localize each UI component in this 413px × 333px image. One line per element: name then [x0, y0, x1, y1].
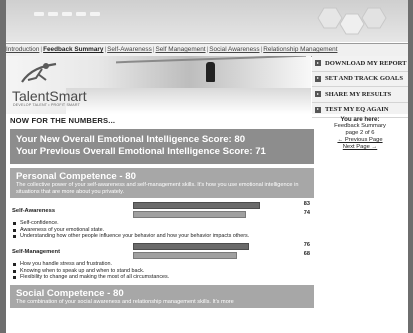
walking-person-icon — [206, 62, 215, 82]
new-overall-score: Your New Overall Emotional Intelligence … — [16, 134, 246, 145]
hexagon-decoration-icon — [317, 7, 387, 35]
download-report-button[interactable]: DOWNLOAD MY REPORT — [312, 56, 408, 72]
current-section: Feedback Summary — [334, 123, 386, 129]
logo-wordmark: TalentSmart — [12, 88, 87, 104]
self-awareness-new-value: 83 — [303, 201, 310, 208]
personal-competence-header: Personal Competence - 80 The collective … — [10, 168, 314, 199]
set-track-goals-button[interactable]: SET AND TRACK GOALS — [312, 72, 408, 87]
nav-link-introduction[interactable]: Introduction — [6, 46, 39, 53]
self-management-previous-bar — [133, 252, 237, 260]
page-frame: Introduction|Feedback Summary|Self-Aware… — [6, 0, 408, 333]
arrow-right-icon — [315, 60, 321, 67]
main-content: NOW FOR THE NUMBERS... Your New Overall … — [10, 116, 314, 333]
nav-link-social-awareness[interactable]: Social Awareness — [209, 46, 259, 53]
section-heading: NOW FOR THE NUMBERS... — [10, 116, 116, 125]
social-competence-title: Social Competence - 80 — [16, 287, 124, 299]
previous-page-link[interactable]: ← Previous Page — [337, 137, 382, 143]
self-awareness-scores: Self-Awareness 83 74 — [10, 198, 314, 220]
self-management-label: Self-Management — [12, 249, 60, 256]
previous-overall-score: Your Previous Overall Emotional Intellig… — [16, 146, 266, 157]
logo-tagline: DEVELOP TALENT • PROFIT SMART — [13, 103, 80, 107]
you-are-here-label: You are here: — [340, 116, 380, 123]
self-awareness-label: Self-Awareness — [12, 208, 56, 215]
self-awareness-previous-bar — [133, 211, 246, 219]
personal-competence-title: Personal Competence - 80 — [16, 171, 136, 182]
next-page-link[interactable]: Next Page → — [343, 144, 377, 150]
social-competence-description: The combination of your social awareness… — [16, 298, 234, 305]
social-competence-header: Social Competence - 80 The combination o… — [10, 284, 314, 309]
section-nav: Introduction|Feedback Summary|Self-Aware… — [6, 43, 408, 57]
list-item: Flexibility to change and making the mos… — [13, 274, 314, 280]
personal-competence-description: The collective power of your self-awaren… — [16, 182, 299, 195]
action-menu: DOWNLOAD MY REPORT SET AND TRACK GOALS S… — [312, 56, 408, 118]
self-awareness-bullets: Self-confidence. Awareness of your emoti… — [10, 220, 314, 239]
overall-score-box: Your New Overall Emotional Intelligence … — [10, 129, 314, 164]
decorative-dots — [34, 12, 100, 16]
self-management-bullets: How you handle stress and frustration. K… — [10, 261, 314, 280]
self-management-new-value: 76 — [303, 242, 310, 249]
nav-link-feedback-summary[interactable]: Feedback Summary — [43, 46, 103, 53]
nav-link-relationship-management[interactable]: Relationship Management — [263, 46, 337, 53]
talentsmart-logo-icon — [21, 62, 57, 83]
arrow-right-icon — [315, 106, 321, 113]
nav-link-self-management[interactable]: Self Management — [155, 46, 205, 53]
header-banner — [6, 0, 408, 42]
share-results-button[interactable]: SHARE MY RESULTS — [312, 87, 408, 103]
self-awareness-new-bar — [133, 202, 260, 210]
arrow-right-icon — [315, 75, 321, 82]
self-awareness-previous-value: 74 — [303, 210, 310, 217]
nav-link-self-awareness[interactable]: Self-Awareness — [107, 46, 152, 53]
arrow-right-icon — [315, 91, 321, 98]
page-indicator: page 2 of 6 — [345, 130, 375, 136]
self-management-scores: Self-Management 76 68 — [10, 239, 314, 261]
self-management-new-bar — [133, 243, 249, 251]
self-management-previous-value: 68 — [303, 251, 310, 258]
page-location-panel: You are here: Feedback Summary page 2 of… — [312, 116, 408, 151]
